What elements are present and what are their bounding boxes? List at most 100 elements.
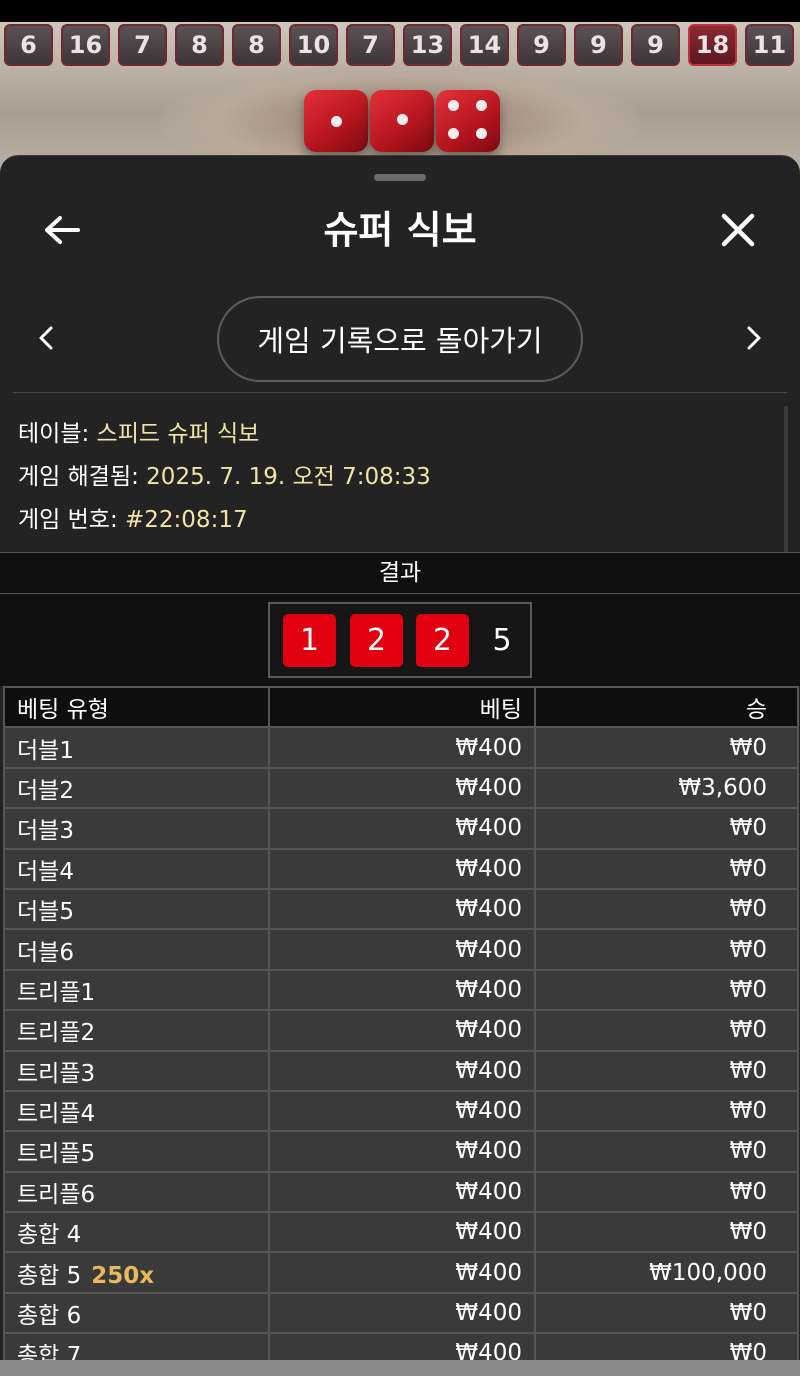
table-row: 총합 5 250x ₩400 ₩100,000 bbox=[3, 1251, 799, 1294]
bet-amount-cell: ₩400 bbox=[268, 887, 536, 931]
bet-amount-cell: ₩400 bbox=[268, 766, 536, 810]
win-amount-cell: ₩0 bbox=[534, 1211, 799, 1254]
bet-type-label: 트리플1 bbox=[17, 979, 96, 1006]
screen: 61678810713149991811 슈퍼 식보 bbox=[0, 0, 800, 1376]
bet-amount-cell: ₩400 bbox=[268, 1211, 536, 1254]
history-result-chip: 8 bbox=[232, 24, 281, 66]
bet-amount-cell: ₩400 bbox=[268, 807, 536, 850]
result-total: 5 bbox=[492, 623, 512, 658]
close-icon bbox=[721, 213, 755, 247]
dice-icon bbox=[304, 90, 368, 152]
table-row: 트리플2 ₩400 ₩0 bbox=[3, 1009, 799, 1052]
win-amount-cell: ₩0 bbox=[534, 1009, 799, 1052]
back-button[interactable] bbox=[32, 200, 92, 260]
bet-type-label: 총합 4 bbox=[17, 1222, 82, 1249]
bet-type-label: 트리플5 bbox=[17, 1141, 96, 1168]
column-header-bet: 베팅 bbox=[268, 685, 536, 729]
back-to-history-button[interactable]: 게임 기록으로 돌아가기 bbox=[217, 296, 583, 382]
close-button[interactable] bbox=[708, 200, 768, 260]
table-row: 트리플6 ₩400 ₩0 bbox=[3, 1170, 799, 1214]
bet-amount-cell: ₩400 bbox=[268, 847, 536, 890]
bet-amount-cell: ₩400 bbox=[268, 928, 536, 971]
table-row: 총합 7 ₩400 ₩0 bbox=[3, 1332, 799, 1360]
bet-type-cell: 더블3 bbox=[3, 807, 270, 850]
win-amount-cell: ₩0 bbox=[534, 928, 799, 971]
result-history-strip: 6 16 7 8 8 10 7 13 14 9 9 9 18 11 bbox=[4, 24, 800, 68]
bets-table: 베팅 유형 베팅 승 더블1 ₩400 ₩0 더블2 ₩400 ₩3,600 더블3 ₩400… bbox=[3, 685, 799, 1360]
bet-type-label: 트리플3 bbox=[17, 1060, 96, 1087]
result-heading: 결과 bbox=[0, 552, 800, 594]
bet-type-cell: 총합 5 250x bbox=[3, 1251, 270, 1294]
win-amount-cell: ₩0 bbox=[534, 1170, 799, 1214]
bet-type-cell: 더블4 bbox=[3, 847, 270, 890]
result-die: 2 bbox=[350, 614, 403, 667]
bet-type-label: 더블2 bbox=[17, 777, 74, 804]
bet-amount-cell: ₩400 bbox=[268, 1049, 536, 1092]
win-amount-cell: ₩0 bbox=[534, 968, 799, 1012]
history-result-chip: 10 bbox=[289, 24, 338, 66]
bet-type-cell: 트리플4 bbox=[3, 1089, 270, 1133]
game-number-info: 게임 번호: #22:08:17 bbox=[18, 500, 248, 534]
bet-type-label: 더블3 bbox=[17, 818, 74, 845]
resolved-info: 게임 해결됨: 2025. 7. 19. 오전 7:08:33 bbox=[18, 457, 431, 491]
game-number-label: 게임 번호: bbox=[18, 507, 126, 533]
win-amount-cell: ₩0 bbox=[534, 1130, 799, 1173]
table-header-row: 베팅 유형 베팅 승 bbox=[3, 685, 799, 729]
bet-type-cell: 트리플1 bbox=[3, 968, 270, 1012]
divider bbox=[13, 392, 787, 393]
chevron-left-icon bbox=[39, 326, 53, 350]
bet-type-cell: 총합 4 bbox=[3, 1211, 270, 1254]
next-game-button[interactable] bbox=[732, 316, 776, 360]
bet-type-label: 총합 5 bbox=[17, 1262, 82, 1289]
bet-type-label: 더블4 bbox=[17, 858, 74, 885]
bet-amount-cell: ₩400 bbox=[268, 1251, 536, 1294]
game-number-value: #22:08:17 bbox=[125, 507, 248, 533]
bet-type-cell: 총합 7 bbox=[3, 1332, 270, 1360]
table-info: 테이블: 스피드 슈퍼 식보 bbox=[18, 414, 259, 448]
bet-amount-cell: ₩400 bbox=[268, 1089, 536, 1133]
bet-type-label: 더블1 bbox=[17, 737, 74, 764]
bet-type-label: 더블5 bbox=[17, 899, 74, 926]
dice-icon bbox=[370, 90, 434, 152]
table-row: 총합 4 ₩400 ₩0 bbox=[3, 1211, 799, 1254]
bet-type-cell: 트리플5 bbox=[3, 1130, 270, 1173]
bet-type-cell: 트리플3 bbox=[3, 1049, 270, 1092]
win-amount-cell: ₩100,000 bbox=[534, 1251, 799, 1294]
bet-type-cell: 트리플2 bbox=[3, 1009, 270, 1052]
arrow-left-icon bbox=[45, 216, 80, 244]
history-result-chip: 7 bbox=[118, 24, 167, 66]
bet-type-cell: 트리플6 bbox=[3, 1170, 270, 1214]
bet-type-label: 트리플2 bbox=[17, 1020, 96, 1047]
table-value: 스피드 슈퍼 식보 bbox=[96, 421, 260, 447]
bottom-bar bbox=[0, 1360, 800, 1376]
table-row: 트리플3 ₩400 ₩0 bbox=[3, 1049, 799, 1092]
history-result-chip: 14 bbox=[460, 24, 509, 66]
bet-type-label: 더블6 bbox=[17, 939, 74, 966]
result-box: 1 2 2 5 bbox=[268, 602, 532, 678]
win-amount-cell: ₩0 bbox=[534, 887, 799, 931]
page-title: 슈퍼 식보 bbox=[323, 208, 477, 252]
table-row: 더블5 ₩400 ₩0 bbox=[3, 887, 799, 931]
table-row: 트리플4 ₩400 ₩0 bbox=[3, 1089, 799, 1133]
win-amount-cell: ₩0 bbox=[534, 1291, 799, 1335]
previous-game-button[interactable] bbox=[24, 316, 68, 360]
bet-type-cell: 더블6 bbox=[3, 928, 270, 971]
win-amount-cell: ₩0 bbox=[534, 807, 799, 850]
history-result-chip: 8 bbox=[175, 24, 224, 66]
result-die: 2 bbox=[416, 614, 469, 667]
table-row: 더블3 ₩400 ₩0 bbox=[3, 807, 799, 850]
column-header-bet-type: 베팅 유형 bbox=[3, 685, 270, 729]
bet-type-label: 총합 6 bbox=[17, 1303, 82, 1330]
bet-type-cell: 더블2 bbox=[3, 766, 270, 810]
win-amount-cell: ₩3,600 bbox=[534, 766, 799, 810]
bet-amount-cell: ₩400 bbox=[268, 1170, 536, 1214]
status-bar bbox=[0, 0, 800, 22]
multiplier-badge: 250x bbox=[91, 1262, 155, 1289]
bet-amount-cell: ₩400 bbox=[268, 1130, 536, 1173]
table-row: 더블1 ₩400 ₩0 bbox=[3, 726, 799, 769]
bet-type-cell: 더블5 bbox=[3, 887, 270, 931]
table-row: 트리플5 ₩400 ₩0 bbox=[3, 1130, 799, 1173]
chevron-right-icon bbox=[747, 326, 761, 350]
sheet-drag-handle[interactable] bbox=[374, 174, 426, 181]
bet-amount-cell: ₩400 bbox=[268, 726, 536, 769]
